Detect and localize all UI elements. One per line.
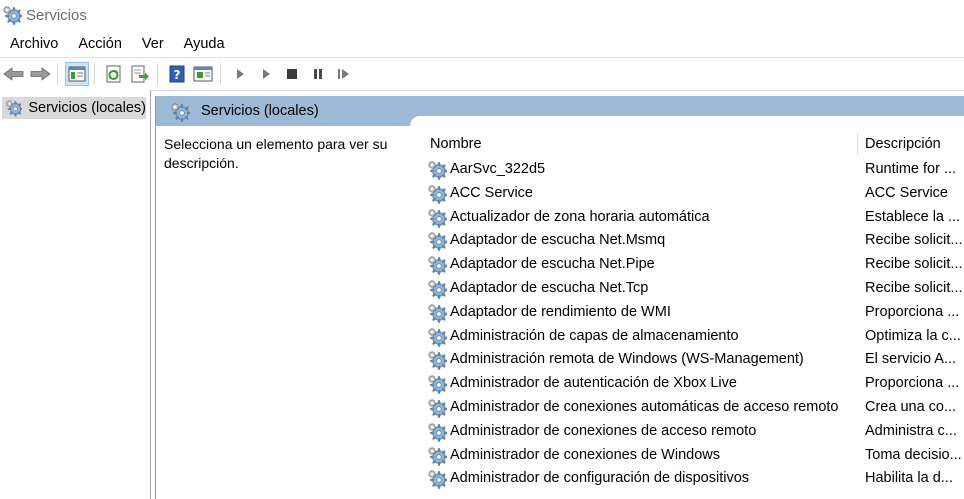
details-pane: Servicios (locales) Selecciona un elemen…: [155, 96, 964, 499]
service-gear-icon: [427, 374, 447, 394]
menu-ver[interactable]: Ver: [132, 36, 174, 52]
table-row[interactable]: Administrador de configuración de dispos…: [421, 467, 964, 491]
service-gear-icon: [427, 303, 447, 323]
service-description: ACC Service: [865, 184, 948, 201]
properties-icon[interactable]: [191, 62, 215, 86]
window-title: Servicios: [26, 6, 87, 24]
service-description: Recibe solicit...: [865, 256, 963, 273]
service-gear-icon: [427, 446, 447, 466]
service-gear-icon: [427, 398, 447, 418]
table-row[interactable]: Actualizador de zona horaria automática E…: [421, 206, 964, 230]
resume-service-icon[interactable]: [332, 62, 356, 86]
service-name: AarSvc_322d5: [450, 161, 546, 177]
table-row[interactable]: Administrador de conexiones de acceso re…: [421, 420, 964, 444]
refresh-icon[interactable]: [102, 62, 126, 86]
service-gear-icon: [427, 350, 447, 370]
start-service-icon[interactable]: [228, 62, 252, 86]
service-gear-icon: [427, 160, 447, 180]
forward-arrow-icon[interactable]: [28, 62, 52, 86]
back-arrow-icon[interactable]: [2, 62, 26, 86]
stop-service-icon[interactable]: [280, 62, 304, 86]
title-bar: Servicios: [0, 0, 964, 30]
service-gear-icon: [427, 255, 447, 275]
service-name: Adaptador de escucha Net.Tcp: [450, 279, 649, 296]
description-hint: Selecciona un elemento para ver su descr…: [164, 136, 388, 171]
svg-text:?: ?: [174, 68, 181, 82]
services-gear-icon: [5, 98, 22, 118]
service-gear-icon: [427, 469, 447, 489]
service-name: Administrador de configuración de dispos…: [450, 470, 750, 487]
table-row[interactable]: ACC Service ACC Service: [421, 182, 964, 206]
service-description: Proporciona ...: [865, 375, 960, 392]
service-name: Adaptador de escucha Net.Msmq: [450, 232, 666, 249]
service-name: Administrador de autenticación de Xbox L…: [450, 375, 737, 392]
service-description: Recibe solicit...: [865, 279, 963, 296]
toolbar: ?: [0, 57, 964, 91]
service-description: Toma decisio...: [865, 446, 962, 463]
service-name: Administrador de conexiones de acceso re…: [450, 422, 757, 439]
column-header-nombre[interactable]: Nombre: [430, 136, 482, 152]
table-row[interactable]: Adaptador de escucha Net.Tcp Recibe solic…: [421, 277, 964, 301]
table-row[interactable]: Administración de capas de almacenamient…: [421, 325, 964, 349]
services-list: ^ Nombre Descripción AarSvc_322d5 Runtime…: [421, 132, 964, 499]
start-service-alt-icon[interactable]: [254, 62, 278, 86]
table-row[interactable]: AarSvc_322d5 Runtime for ...: [421, 158, 964, 182]
console-tree: Servicios (locales): [0, 90, 151, 499]
service-name: Adaptador de rendimiento de WMI: [450, 303, 671, 320]
service-rows: AarSvc_322d5 Runtime for ... ACC Service AC…: [421, 158, 964, 491]
service-description: El servicio A...: [865, 351, 957, 368]
service-description: Recibe solicit...: [865, 232, 963, 249]
toolbar-separator: [157, 63, 158, 85]
service-name: Administrador de conexiones de Windows: [450, 446, 720, 463]
extended-tab-area: [410, 116, 964, 130]
toolbar-separator: [220, 63, 221, 85]
service-description: Proporciona ...: [865, 303, 960, 320]
service-name: ACC Service: [450, 184, 533, 201]
service-name: Administración remota de Windows (WS-Man…: [450, 351, 804, 368]
service-gear-icon: [427, 327, 447, 347]
column-headers: ^ Nombre Descripción: [421, 132, 964, 156]
service-name: Administración de capas de almacenamient…: [450, 327, 739, 344]
toolbar-separator: [57, 63, 58, 85]
column-header-descripcion[interactable]: Descripción: [865, 136, 941, 152]
column-divider[interactable]: [857, 132, 858, 156]
service-description: Administra c...: [865, 422, 957, 439]
service-gear-icon: [427, 208, 447, 228]
table-row[interactable]: Administrador de autenticación de Xbox L…: [421, 372, 964, 396]
service-name: Adaptador de escucha Net.Pipe: [450, 256, 655, 273]
sort-ascending-icon: ^: [633, 132, 638, 137]
toolbar-separator: [94, 63, 95, 85]
export-list-icon[interactable]: [128, 62, 152, 86]
services-header-gear-icon: [170, 102, 190, 122]
service-description: Crea una co...: [865, 398, 957, 415]
table-row[interactable]: Adaptador de escucha Net.Msmq Recibe soli…: [421, 229, 964, 253]
service-description: Optimiza la c...: [865, 327, 961, 344]
menu-bar: Archivo Acción Ver Ayuda: [0, 31, 964, 56]
service-name: Actualizador de zona horaria automática: [450, 208, 710, 225]
service-gear-icon: [427, 279, 447, 299]
service-name: Administrador de conexiones automáticas …: [450, 398, 839, 415]
pause-service-icon[interactable]: [306, 62, 330, 86]
menu-archivo[interactable]: Archivo: [0, 36, 68, 52]
tree-item-servicios-locales[interactable]: Servicios (locales): [2, 97, 146, 119]
service-description: Establece la ...: [865, 208, 961, 225]
menu-ayuda[interactable]: Ayuda: [174, 36, 235, 52]
service-gear-icon: [427, 422, 447, 442]
pane-title: Servicios (locales): [201, 103, 319, 119]
service-gear-icon: [427, 184, 447, 204]
service-description: Runtime for ...: [865, 161, 957, 177]
menu-accion[interactable]: Acción: [68, 36, 132, 52]
services-app-icon: [2, 5, 22, 25]
table-row[interactable]: Adaptador de escucha Net.Pipe Recibe soli…: [421, 253, 964, 277]
tree-item-label: Servicios (locales): [28, 100, 146, 116]
table-row[interactable]: Administrador de conexiones automáticas …: [421, 396, 964, 420]
table-row[interactable]: Adaptador de rendimiento de WMI Proporcio…: [421, 301, 964, 325]
service-gear-icon: [427, 231, 447, 251]
service-description: Habilita la d...: [865, 470, 953, 487]
table-row[interactable]: Administración remota de Windows (WS-Man…: [421, 348, 964, 372]
table-row[interactable]: Administrador de conexiones de Windows To…: [421, 444, 964, 468]
help-icon[interactable]: ?: [165, 62, 189, 86]
show-hide-tree-icon[interactable]: [65, 62, 89, 86]
